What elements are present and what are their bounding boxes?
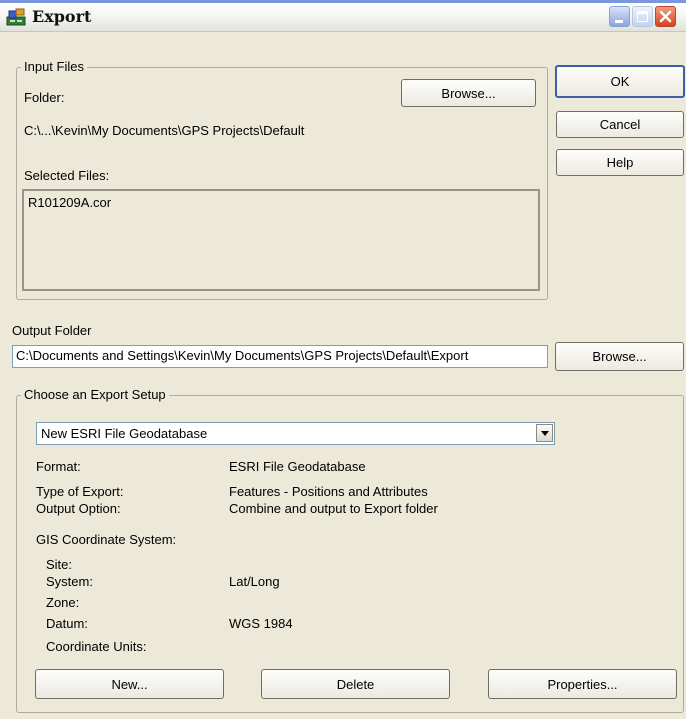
ok-button[interactable]: OK <box>555 65 685 98</box>
delete-setup-button[interactable]: Delete <box>261 669 450 699</box>
properties-button[interactable]: Properties... <box>488 669 677 699</box>
type-of-export-label: Type of Export: <box>36 484 124 499</box>
chevron-down-icon <box>541 431 549 436</box>
folder-path: C:\...\Kevin\My Documents\GPS Projects\D… <box>24 123 305 138</box>
maximize-icon <box>637 11 648 22</box>
zone-label: Zone: <box>46 595 80 610</box>
output-folder-label: Output Folder <box>12 323 92 338</box>
export-setup-legend: Choose an Export Setup <box>21 388 169 402</box>
close-icon <box>659 10 672 23</box>
output-browse-button[interactable]: Browse... <box>555 342 684 371</box>
export-setup-select[interactable]: New ESRI File Geodatabase <box>36 422 555 445</box>
export-setup-selected: New ESRI File Geodatabase <box>41 426 208 441</box>
system-value: Lat/Long <box>229 574 280 589</box>
selected-files-label: Selected Files: <box>24 168 110 183</box>
format-value: ESRI File Geodatabase <box>229 459 366 474</box>
help-button[interactable]: Help <box>556 149 684 176</box>
title-bar[interactable]: Export <box>0 3 686 32</box>
datum-label: Datum: <box>46 616 88 631</box>
datum-value: WGS 1984 <box>229 616 293 631</box>
selected-files-list[interactable]: R101209A.cor <box>22 189 540 291</box>
window-title: Export <box>32 7 92 26</box>
input-files-legend: Input Files <box>21 60 87 74</box>
output-option-label: Output Option: <box>36 501 121 516</box>
gis-coordinate-system-label: GIS Coordinate System: <box>36 532 177 547</box>
maximize-button[interactable] <box>632 6 653 27</box>
cancel-button[interactable]: Cancel <box>556 111 684 138</box>
output-folder-field[interactable]: C:\Documents and Settings\Kevin\My Docum… <box>12 345 548 368</box>
export-dialog: Export Input Files Folder: Browse... C:\… <box>0 3 686 719</box>
minimize-button[interactable] <box>609 6 630 27</box>
dropdown-button[interactable] <box>536 424 553 442</box>
output-option-value: Combine and output to Export folder <box>229 501 438 516</box>
coordinate-units-label: Coordinate Units: <box>46 639 147 654</box>
system-label: System: <box>46 574 93 589</box>
close-button[interactable] <box>655 6 676 27</box>
input-browse-button[interactable]: Browse... <box>401 79 536 107</box>
type-of-export-value: Features - Positions and Attributes <box>229 484 428 499</box>
format-label: Format: <box>36 459 81 474</box>
export-app-icon <box>6 8 26 27</box>
site-label: Site: <box>46 557 73 572</box>
new-setup-button[interactable]: New... <box>35 669 224 699</box>
minimize-icon <box>615 20 623 23</box>
folder-label: Folder: <box>24 90 65 105</box>
list-item[interactable]: R101209A.cor <box>28 195 111 210</box>
